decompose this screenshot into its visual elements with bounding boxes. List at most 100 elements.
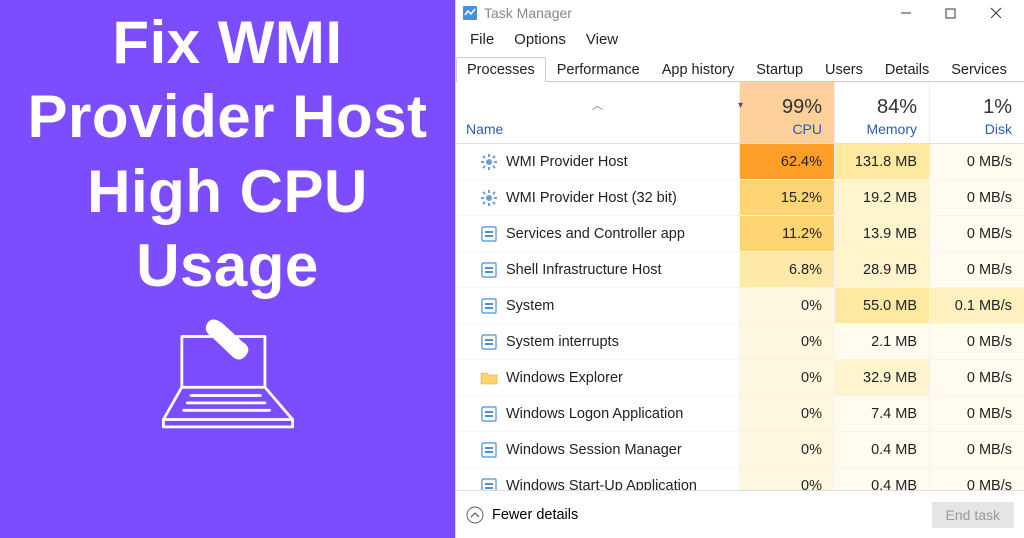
disk-cell: 0 MB/s xyxy=(929,396,1024,431)
process-name-cell: Windows Explorer xyxy=(456,369,739,387)
minimize-button[interactable] xyxy=(883,0,928,26)
column-memory[interactable]: 84% Memory xyxy=(834,82,929,143)
process-list: WMI Provider Host62.4%131.8 MB0 MB/sWMI … xyxy=(456,144,1024,490)
tab-performance[interactable]: Performance xyxy=(546,57,651,82)
process-name: WMI Provider Host xyxy=(506,154,628,170)
process-icon xyxy=(480,189,498,207)
process-name-cell: Windows Session Manager xyxy=(456,441,739,459)
process-name-cell: System interrupts xyxy=(456,333,739,351)
table-row[interactable]: Windows Start-Up Application 0%0.4 MB0 MB… xyxy=(456,468,1024,490)
table-row[interactable]: WMI Provider Host (32 bit)15.2%19.2 MB0 … xyxy=(456,180,1024,216)
process-icon xyxy=(480,297,498,315)
process-name-cell: WMI Provider Host (32 bit) xyxy=(456,189,739,207)
disk-cell: 0 MB/s xyxy=(929,432,1024,467)
process-icon xyxy=(480,261,498,279)
disk-cell: 0 MB/s xyxy=(929,468,1024,490)
memory-cell: 0.4 MB xyxy=(834,468,929,490)
process-icon xyxy=(480,477,498,491)
process-name: Windows Session Manager xyxy=(506,442,682,458)
cpu-cell: 0% xyxy=(739,432,834,467)
table-row[interactable]: Windows Explorer 0%32.9 MB0 MB/s xyxy=(456,360,1024,396)
process-icon xyxy=(480,225,498,243)
task-manager-window: Task Manager File Options View Processes… xyxy=(455,0,1024,538)
disk-cell: 0 MB/s xyxy=(929,180,1024,215)
column-cpu[interactable]: 99% CPU xyxy=(739,82,834,143)
column-disk[interactable]: 1% Disk xyxy=(929,82,1024,143)
memory-cell: 28.9 MB xyxy=(834,252,929,287)
column-name-label: Name xyxy=(466,121,729,137)
memory-cell: 32.9 MB xyxy=(834,360,929,395)
titlebar[interactable]: Task Manager xyxy=(456,0,1024,26)
sort-caret-icon: ︿ xyxy=(466,97,729,113)
column-name[interactable]: ︿ Name xyxy=(456,97,739,143)
window-title: Task Manager xyxy=(484,5,572,21)
process-name: System xyxy=(506,298,554,314)
cpu-cell: 11.2% xyxy=(739,216,834,251)
tab-processes[interactable]: Processes xyxy=(456,57,546,82)
menu-view[interactable]: View xyxy=(578,29,626,50)
laptop-wrench-icon xyxy=(153,318,303,438)
process-name: Windows Explorer xyxy=(506,370,623,386)
cpu-cell: 0% xyxy=(739,360,834,395)
tab-app-history[interactable]: App history xyxy=(651,57,746,82)
process-name-cell: Windows Logon Application xyxy=(456,405,739,423)
cpu-cell: 62.4% xyxy=(739,144,834,179)
process-name-cell: Shell Infrastructure Host xyxy=(456,261,739,279)
table-row[interactable]: Shell Infrastructure Host 6.8%28.9 MB0 MB… xyxy=(456,252,1024,288)
tab-users[interactable]: Users xyxy=(814,57,874,82)
fewer-details-toggle[interactable]: Fewer details xyxy=(492,507,578,523)
column-headers: ︿ Name 99% CPU 84% Memory 1% Disk xyxy=(456,82,1024,144)
maximize-button[interactable] xyxy=(928,0,973,26)
process-name-cell: WMI Provider Host xyxy=(456,153,739,171)
chevron-up-circle-icon[interactable] xyxy=(466,506,484,524)
footer: Fewer details End task xyxy=(456,490,1024,538)
disk-cell: 0 MB/s xyxy=(929,360,1024,395)
cpu-cell: 0% xyxy=(739,288,834,323)
tab-bar: Processes Performance App history Startu… xyxy=(456,57,1024,82)
memory-cell: 2.1 MB xyxy=(834,324,929,359)
memory-usage-pct: 84% xyxy=(877,96,917,119)
cpu-cell: 6.8% xyxy=(739,252,834,287)
memory-cell: 131.8 MB xyxy=(834,144,929,179)
table-row[interactable]: Services and Controller app11.2%13.9 MB0… xyxy=(456,216,1024,252)
process-name-cell: Windows Start-Up Application xyxy=(456,477,739,491)
disk-cell: 0.1 MB/s xyxy=(929,288,1024,323)
cpu-usage-pct: 99% xyxy=(782,96,822,119)
memory-cell: 55.0 MB xyxy=(834,288,929,323)
process-name: Windows Start-Up Application xyxy=(506,478,697,491)
process-name: Services and Controller app xyxy=(506,226,685,242)
disk-cell: 0 MB/s xyxy=(929,324,1024,359)
process-name: Shell Infrastructure Host xyxy=(506,262,662,278)
table-row[interactable]: Windows Session Manager 0%0.4 MB0 MB/s xyxy=(456,432,1024,468)
memory-cell: 0.4 MB xyxy=(834,432,929,467)
table-row[interactable]: System interrupts0%2.1 MB0 MB/s xyxy=(456,324,1024,360)
cpu-cell: 0% xyxy=(739,396,834,431)
memory-cell: 7.4 MB xyxy=(834,396,929,431)
table-row[interactable]: System 0%55.0 MB0.1 MB/s xyxy=(456,288,1024,324)
promo-panel: Fix WMI Provider Host High CPU Usage xyxy=(0,0,455,538)
process-icon xyxy=(480,369,498,387)
tab-startup[interactable]: Startup xyxy=(745,57,814,82)
table-row[interactable]: Windows Logon Application 0%7.4 MB0 MB/s xyxy=(456,396,1024,432)
close-button[interactable] xyxy=(973,0,1018,26)
process-name-cell: System xyxy=(456,297,739,315)
cpu-label: CPU xyxy=(792,121,822,137)
tab-services[interactable]: Services xyxy=(940,57,1018,82)
menu-file[interactable]: File xyxy=(462,29,502,50)
menu-options[interactable]: Options xyxy=(506,29,574,50)
taskmgr-icon xyxy=(462,5,478,21)
end-task-button[interactable]: End task xyxy=(932,502,1014,528)
disk-cell: 0 MB/s xyxy=(929,252,1024,287)
promo-headline: Fix WMI Provider Host High CPU Usage xyxy=(0,6,455,304)
tab-details[interactable]: Details xyxy=(874,57,940,82)
table-row[interactable]: WMI Provider Host 62.4%131.8 MB0 MB/s xyxy=(456,144,1024,180)
disk-usage-pct: 1% xyxy=(983,96,1012,119)
process-name: WMI Provider Host (32 bit) xyxy=(506,190,677,206)
cpu-cell: 0% xyxy=(739,468,834,490)
process-name: System interrupts xyxy=(506,334,619,350)
disk-cell: 0 MB/s xyxy=(929,144,1024,179)
process-icon xyxy=(480,153,498,171)
process-name: Windows Logon Application xyxy=(506,406,683,422)
memory-label: Memory xyxy=(866,121,917,137)
memory-cell: 19.2 MB xyxy=(834,180,929,215)
